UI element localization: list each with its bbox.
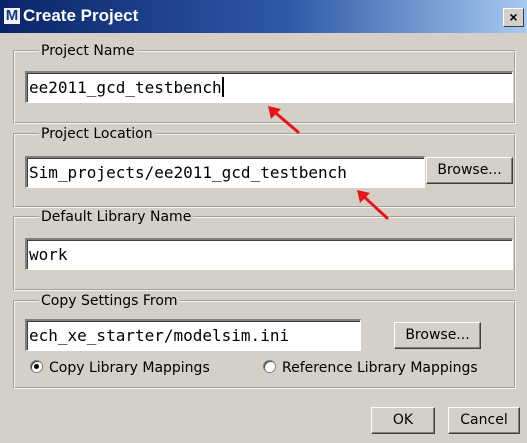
default-library-input[interactable]: work (25, 238, 513, 270)
project-name-value: ee2011_gcd_testbench (29, 78, 222, 97)
default-library-value: work (29, 245, 68, 264)
ok-button[interactable]: OK (371, 407, 435, 434)
annotation-arrow-icon (357, 190, 389, 220)
reference-library-mappings-label: Reference Library Mappings (282, 360, 478, 376)
title-bar[interactable]: M Create Project × (0, 0, 527, 33)
close-button[interactable]: × (503, 8, 524, 27)
browse-location-button[interactable]: Browse... (426, 157, 513, 184)
project-name-input[interactable]: ee2011_gcd_testbench (25, 71, 513, 103)
default-library-legend: Default Library Name (41, 209, 192, 225)
radio-unselected-icon (263, 360, 276, 373)
copy-library-mappings-label: Copy Library Mappings (49, 360, 210, 376)
copy-settings-input[interactable]: ech_xe_starter/modelsim.ini (25, 319, 361, 351)
dialog-title: Create Project (23, 6, 139, 25)
reference-library-mappings-option[interactable]: Reference Library Mappings (263, 360, 478, 376)
radio-selected-icon (30, 360, 43, 373)
cancel-button[interactable]: Cancel (448, 407, 520, 434)
text-caret (221, 77, 224, 97)
browse-settings-button[interactable]: Browse... (394, 322, 481, 349)
annotation-arrow-icon (268, 106, 300, 134)
project-location-value: Sim_projects/ee2011_gcd_testbench (29, 163, 347, 182)
modelsim-app-icon: M (3, 7, 21, 25)
copy-library-mappings-option[interactable]: Copy Library Mappings (30, 360, 210, 376)
project-name-legend: Project Name (41, 43, 135, 59)
project-location-input[interactable]: Sim_projects/ee2011_gcd_testbench (25, 156, 425, 188)
copy-settings-value: ech_xe_starter/modelsim.ini (29, 326, 290, 345)
project-location-legend: Project Location (41, 126, 153, 142)
copy-settings-legend: Copy Settings From (41, 293, 178, 309)
